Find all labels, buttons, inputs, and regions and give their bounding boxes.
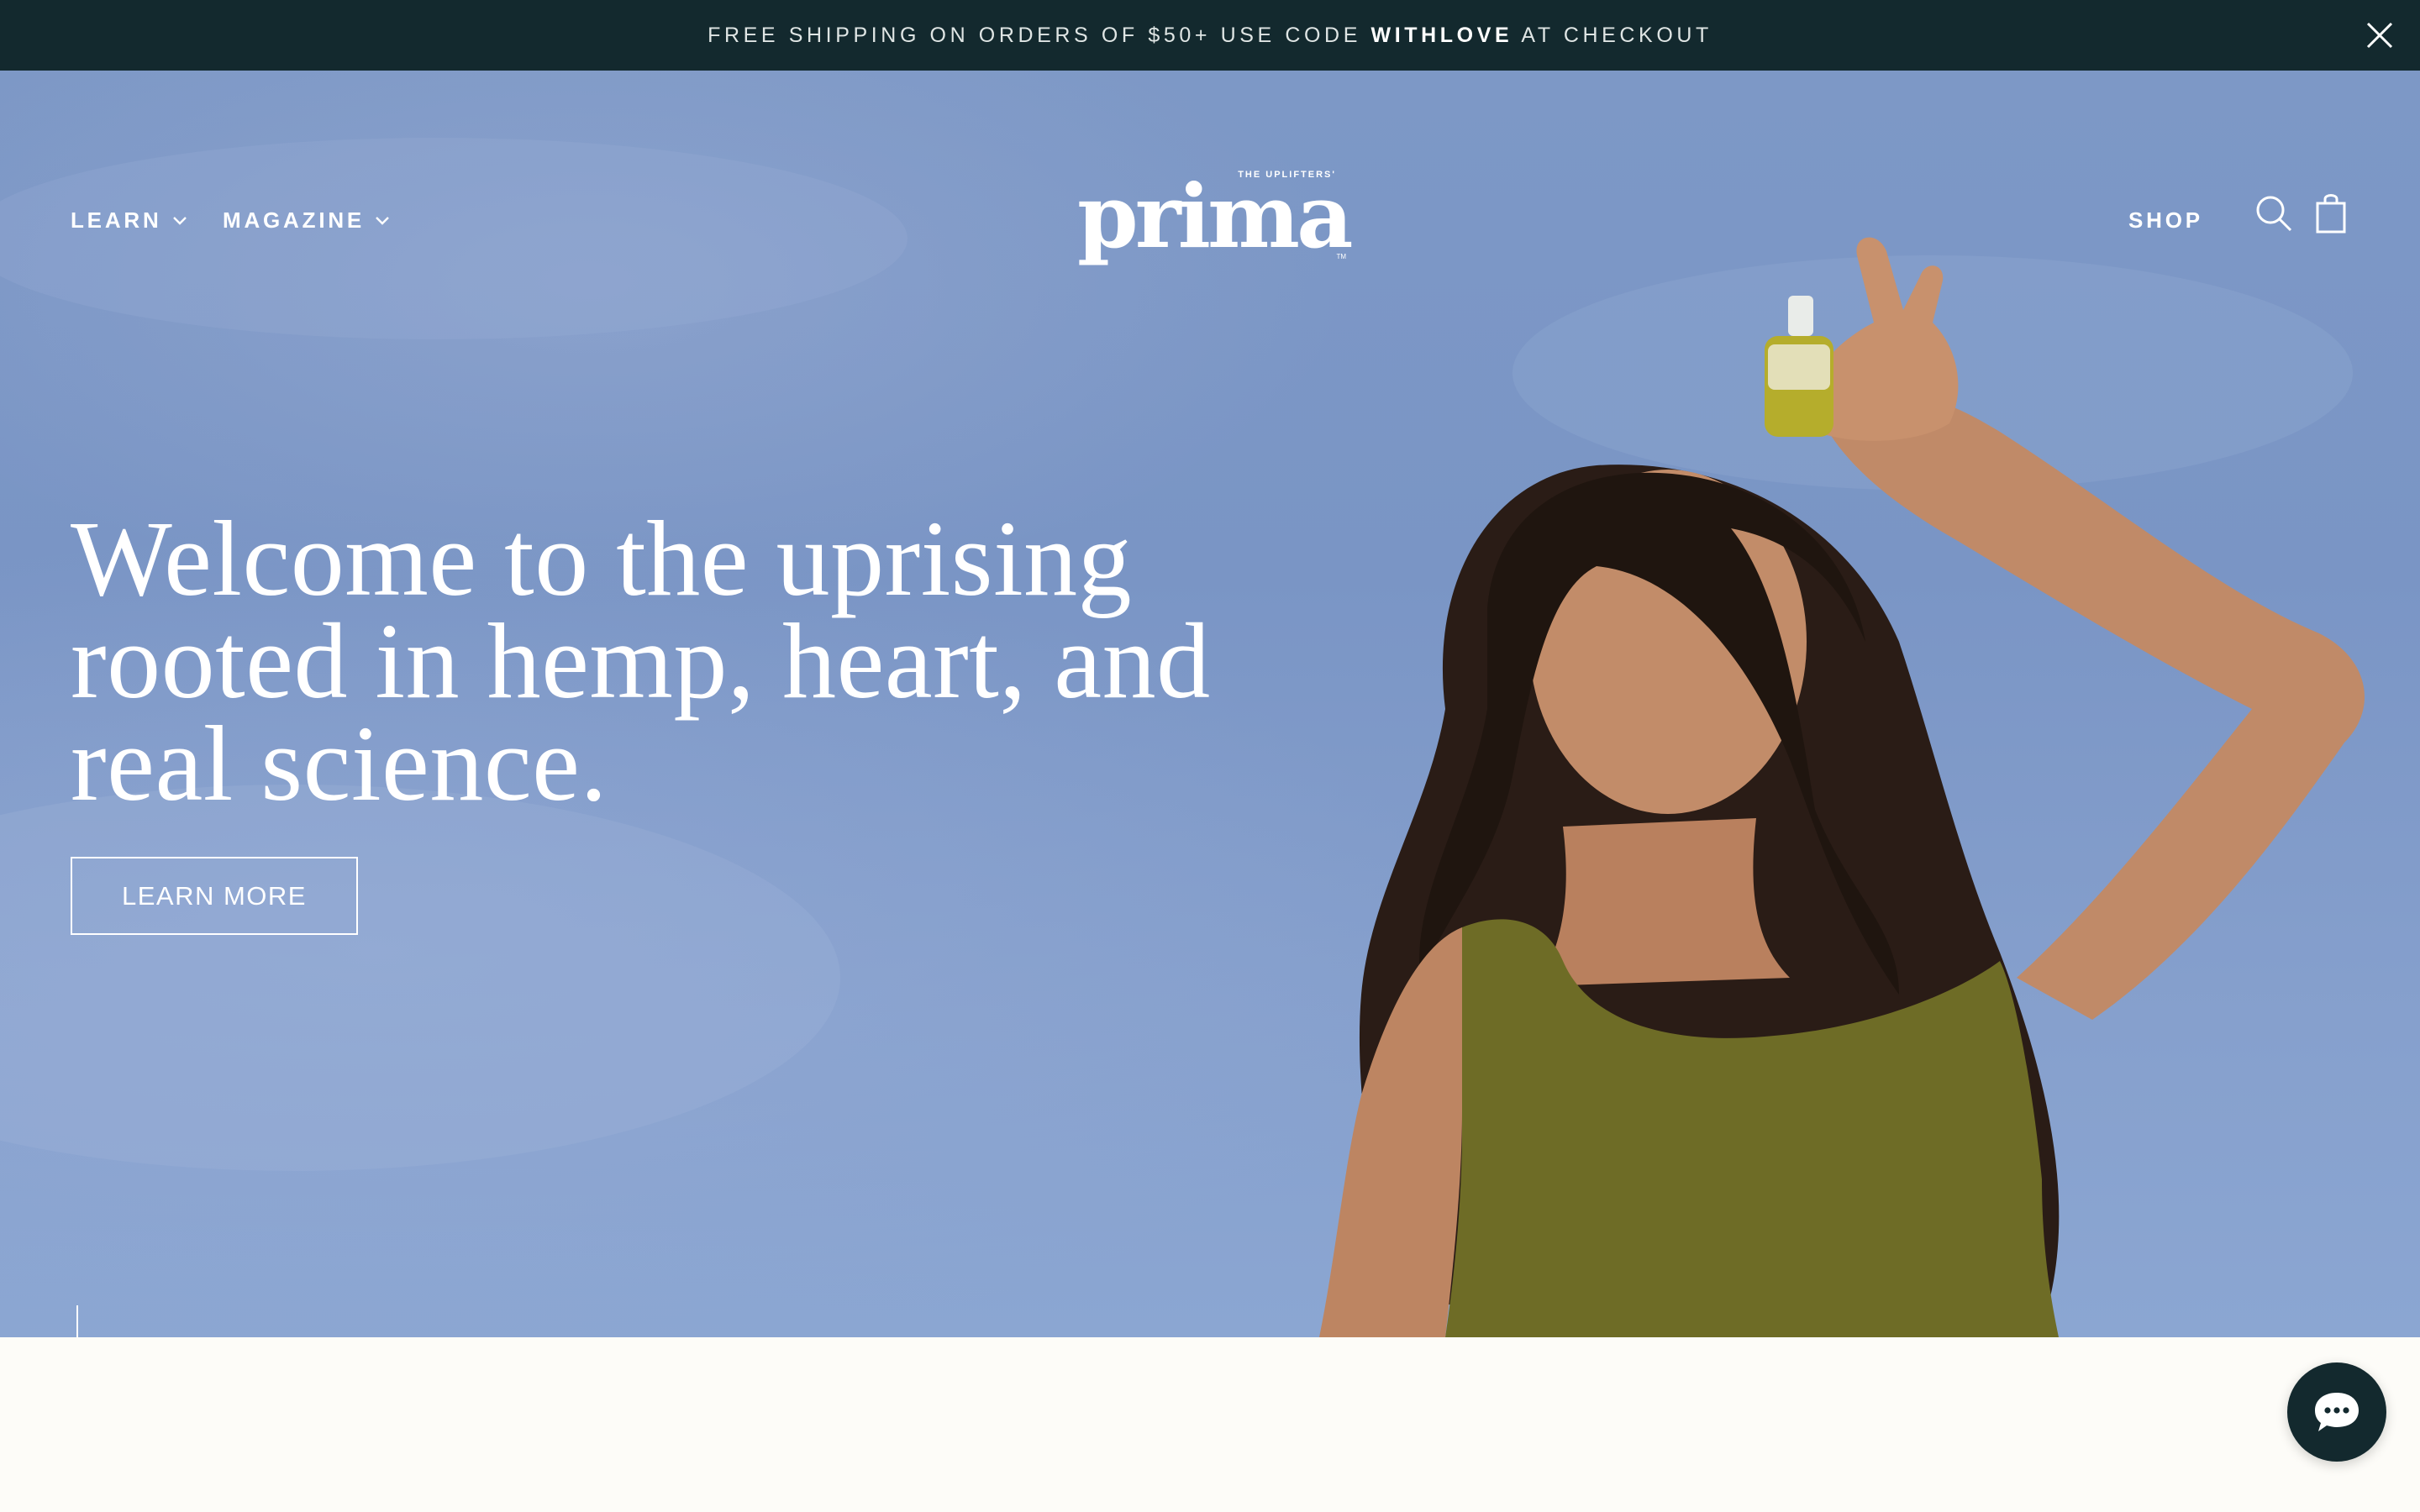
arrow-down-icon[interactable] xyxy=(67,1304,87,1337)
promo-code: WITHLOVE xyxy=(1370,23,1513,47)
search-icon[interactable] xyxy=(2254,193,2294,234)
headline-line-2: rooted in hemp, heart, and xyxy=(71,601,1211,721)
announcement-text: FREE SHIPPING ON ORDERS OF $50+ USE CODE… xyxy=(708,24,1712,48)
nav-magazine-label: MAGAZINE xyxy=(223,207,366,233)
hero-headline: Welcome to the uprising rooted in hemp, … xyxy=(71,499,1331,823)
chat-button[interactable] xyxy=(2287,1362,2386,1462)
learn-more-button[interactable]: LEARN MORE xyxy=(71,857,358,935)
chat-bubble-icon xyxy=(2315,1393,2359,1431)
chevron-down-icon xyxy=(376,216,389,225)
nav-shop[interactable]: SHOP xyxy=(2128,207,2203,234)
nav-magazine[interactable]: MAGAZINE xyxy=(223,207,390,234)
nav-learn-label: LEARN xyxy=(71,207,162,233)
announcement-suffix: AT CHECKOUT xyxy=(1512,23,1712,47)
logo-trademark: TM xyxy=(1336,253,1346,260)
shopping-bag-icon[interactable] xyxy=(2314,192,2348,235)
close-icon[interactable] xyxy=(2361,17,2398,54)
headline-line-3: real science. xyxy=(71,704,608,823)
headline-line-1: Welcome to the uprising xyxy=(71,499,1133,618)
hero-section: LEARN MAGAZINE THE UPLIFTERS' prima TM S… xyxy=(0,71,2420,1337)
chevron-down-icon xyxy=(172,216,187,225)
nav-shop-label: SHOP xyxy=(2128,207,2203,233)
announcement-bar: FREE SHIPPING ON ORDERS OF $50+ USE CODE… xyxy=(0,0,2420,71)
announcement-prefix: FREE SHIPPING ON ORDERS OF $50+ USE CODE xyxy=(708,23,1371,47)
nav-learn[interactable]: LEARN xyxy=(71,207,187,234)
brand-logo[interactable]: THE UPLIFTERS' prima TM xyxy=(1077,165,1353,269)
logo-wordmark: prima xyxy=(1077,165,1353,268)
